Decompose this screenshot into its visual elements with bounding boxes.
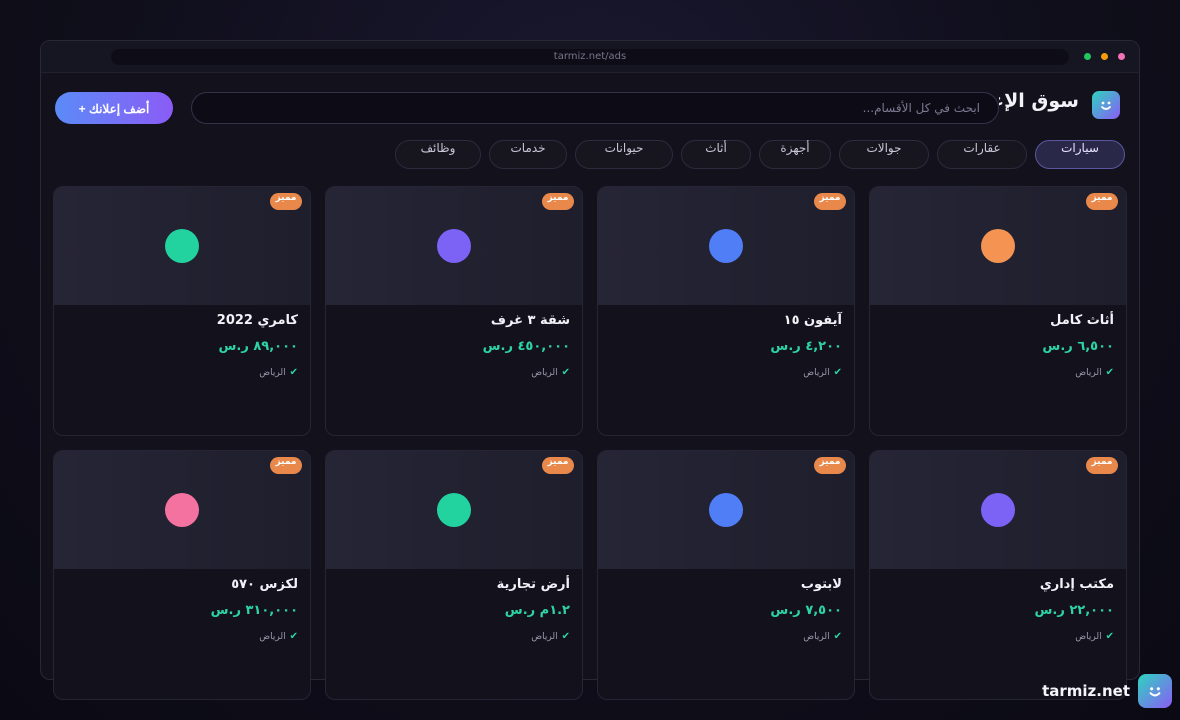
listing-location-text: الرياض	[259, 367, 286, 378]
listing-location-text: الرياض	[531, 631, 558, 642]
listing-image-placeholder	[437, 493, 471, 527]
listing-card[interactable]: مميز لكزس ٥٧٠ ٣١٠,٠٠٠ ر.س ✔ الرياض	[53, 450, 311, 700]
listing-image-placeholder	[709, 229, 743, 263]
tab-category-4[interactable]: أجهزة	[759, 140, 831, 169]
listing-location: ✔ الرياض	[531, 631, 570, 642]
listing-price: ٤٥٠,٠٠٠ ر.س	[482, 339, 570, 354]
listing-card[interactable]: مميز كامري 2022 ٨٩,٠٠٠ ر.س ✔ الرياض	[53, 186, 311, 436]
listing-location-text: الرياض	[259, 631, 286, 642]
listing-location: ✔ الرياض	[803, 367, 842, 378]
window-dot-2[interactable]	[1101, 53, 1108, 60]
tab-category-5[interactable]: أثاث	[681, 140, 751, 169]
listing-location: ✔ الرياض	[259, 631, 298, 642]
tab-category-8[interactable]: وظائف	[395, 140, 481, 169]
listing-image-placeholder	[437, 229, 471, 263]
listing-image-placeholder	[981, 229, 1015, 263]
check-icon: ✔	[561, 367, 570, 378]
listing-price: ١.٢م ر.س	[504, 603, 570, 618]
featured-badge: مميز	[270, 457, 302, 474]
brand-smile-icon[interactable]	[1138, 674, 1172, 708]
listing-price: ٣١٠,٠٠٠ ر.س	[210, 603, 298, 618]
listing-title[interactable]: آيفون ١٥	[784, 313, 842, 328]
listing-location-text: الرياض	[803, 367, 830, 378]
listing-location-text: الرياض	[803, 631, 830, 642]
browser-chrome: tarmiz.net/ads	[41, 41, 1139, 73]
listing-thumbnail[interactable]: مميز	[870, 187, 1126, 305]
listing-location-text: الرياض	[531, 367, 558, 378]
listing-price: ٧,٥٠٠ ر.س	[770, 603, 842, 618]
smile-icon	[1101, 101, 1111, 110]
window-controls	[1084, 53, 1125, 60]
listing-title[interactable]: لابتوب	[801, 577, 842, 592]
category-tabs: سيارات عقارات جوالات أجهزة أثاث حيوانات خدمات و…	[395, 140, 1125, 169]
logo-smile-icon[interactable]	[1092, 91, 1120, 119]
listing-thumbnail[interactable]: مميز	[326, 187, 582, 305]
listing-location-text: الرياض	[1075, 631, 1102, 642]
listing-title[interactable]: مكتب إداري	[1040, 577, 1114, 592]
listing-card[interactable]: مميز لابتوب ٧,٥٠٠ ر.س ✔ الرياض	[597, 450, 855, 700]
listing-price: ٢٢,٠٠٠ ر.س	[1034, 603, 1114, 618]
check-icon: ✔	[1105, 631, 1114, 642]
listing-image-placeholder	[981, 493, 1015, 527]
marketplace-page: سوق الإعلانات ابحث في كل الأقسام... أضف …	[53, 84, 1127, 720]
featured-badge: مميز	[1086, 193, 1118, 210]
listing-thumbnail[interactable]: مميز	[54, 187, 310, 305]
listing-card[interactable]: مميز آيفون ١٥ ٤,٢٠٠ ر.س ✔ الرياض	[597, 186, 855, 436]
featured-badge: مميز	[542, 457, 574, 474]
check-icon: ✔	[289, 367, 298, 378]
page-header: سوق الإعلانات ابحث في كل الأقسام... أضف …	[53, 84, 1127, 128]
listing-price: ٦,٥٠٠ ر.س	[1042, 339, 1114, 354]
listing-thumbnail[interactable]: مميز	[598, 187, 854, 305]
listing-title[interactable]: شقة ٣ غرف	[491, 313, 570, 328]
check-icon: ✔	[561, 631, 570, 642]
brand-footer: tarmiz.net	[1042, 674, 1172, 708]
listing-location: ✔ الرياض	[803, 631, 842, 642]
add-listing-button[interactable]: أضف إعلانك +	[55, 92, 173, 124]
listing-title[interactable]: كامري 2022	[217, 313, 298, 328]
featured-badge: مميز	[814, 457, 846, 474]
check-icon: ✔	[833, 631, 842, 642]
listing-price: ٨٩,٠٠٠ ر.س	[218, 339, 298, 354]
tab-category-7[interactable]: خدمات	[489, 140, 567, 169]
tab-category-1[interactable]: سيارات	[1035, 140, 1125, 169]
check-icon: ✔	[1105, 367, 1114, 378]
listing-title[interactable]: أرض تجارية	[497, 577, 570, 592]
listing-thumbnail[interactable]: مميز	[326, 451, 582, 569]
url-bar[interactable]: tarmiz.net/ads	[111, 49, 1069, 65]
listing-card[interactable]: مميز أرض تجارية ١.٢م ر.س ✔ الرياض	[325, 450, 583, 700]
listing-thumbnail[interactable]: مميز	[598, 451, 854, 569]
listing-location-text: الرياض	[1075, 367, 1102, 378]
featured-badge: مميز	[1086, 457, 1118, 474]
check-icon: ✔	[289, 631, 298, 642]
window-dot-3[interactable]	[1118, 53, 1125, 60]
featured-badge: مميز	[270, 193, 302, 210]
listing-location: ✔ الرياض	[531, 367, 570, 378]
window-dot-1[interactable]	[1084, 53, 1091, 60]
listing-image-placeholder	[709, 493, 743, 527]
featured-badge: مميز	[814, 193, 846, 210]
listing-title[interactable]: أثاث كامل	[1050, 313, 1114, 328]
brand-text[interactable]: tarmiz.net	[1042, 682, 1130, 700]
listing-location: ✔ الرياض	[1075, 631, 1114, 642]
featured-badge: مميز	[542, 193, 574, 210]
page-title: سوق الإعلانات	[999, 90, 1079, 112]
tab-category-2[interactable]: عقارات	[937, 140, 1027, 169]
listing-image-placeholder	[165, 493, 199, 527]
tab-category-3[interactable]: جوالات	[839, 140, 929, 169]
listing-card[interactable]: مميز مكتب إداري ٢٢,٠٠٠ ر.س ✔ الرياض	[869, 450, 1127, 700]
check-icon: ✔	[833, 367, 842, 378]
listing-image-placeholder	[165, 229, 199, 263]
listing-price: ٤,٢٠٠ ر.س	[770, 339, 842, 354]
listing-card[interactable]: مميز أثاث كامل ٦,٥٠٠ ر.س ✔ الرياض	[869, 186, 1127, 436]
listing-card[interactable]: مميز شقة ٣ غرف ٤٥٠,٠٠٠ ر.س ✔ الرياض	[325, 186, 583, 436]
listing-location: ✔ الرياض	[1075, 367, 1114, 378]
listing-location: ✔ الرياض	[259, 367, 298, 378]
tab-category-6[interactable]: حيوانات	[575, 140, 673, 169]
smile-icon	[1149, 687, 1161, 697]
search-input[interactable]: ابحث في كل الأقسام...	[191, 92, 999, 124]
listing-thumbnail[interactable]: مميز	[870, 451, 1126, 569]
listing-thumbnail[interactable]: مميز	[54, 451, 310, 569]
listing-title[interactable]: لكزس ٥٧٠	[231, 577, 298, 592]
